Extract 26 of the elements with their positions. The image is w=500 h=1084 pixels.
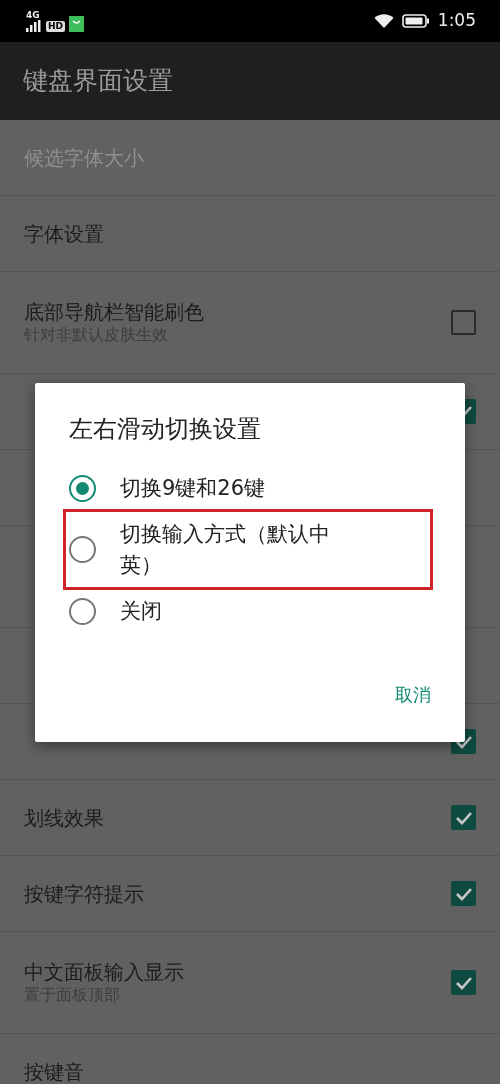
screen-title: 键盘界面设置 — [23, 65, 173, 98]
checkbox[interactable] — [451, 310, 476, 335]
setting-title: 字体设置 — [24, 220, 104, 247]
signal-icon — [26, 19, 42, 32]
battery-icon — [401, 14, 430, 28]
wifi-icon — [373, 13, 394, 29]
option-label: 切换9键和26键 — [120, 475, 267, 502]
setting-title: 划线效果 — [24, 804, 104, 831]
radio-button[interactable] — [69, 536, 96, 564]
radio-button[interactable] — [69, 598, 96, 626]
dialog-title: 左右滑动切换设置 — [69, 414, 262, 445]
clock-time: 1:05 — [437, 9, 476, 33]
cancel-button[interactable]: 取消 — [395, 677, 431, 712]
checkbox[interactable] — [451, 881, 476, 906]
app-notification-icon — [69, 15, 84, 32]
checkbox[interactable] — [451, 970, 476, 995]
radio-button[interactable] — [69, 474, 96, 502]
network-label: 4G — [26, 10, 41, 20]
setting-title: 中文面板输入显示 — [24, 959, 184, 986]
option-label: 关闭 — [120, 598, 163, 626]
setting-title: 按键字符提示 — [24, 880, 144, 907]
option-label: 切换输入方式（默认中英） — [120, 521, 331, 579]
setting-title: 底部导航栏智能刷色 — [24, 299, 204, 326]
hd-label: HD — [46, 20, 65, 32]
checkbox[interactable] — [451, 805, 476, 830]
setting-title: 按键音 — [24, 1058, 84, 1084]
